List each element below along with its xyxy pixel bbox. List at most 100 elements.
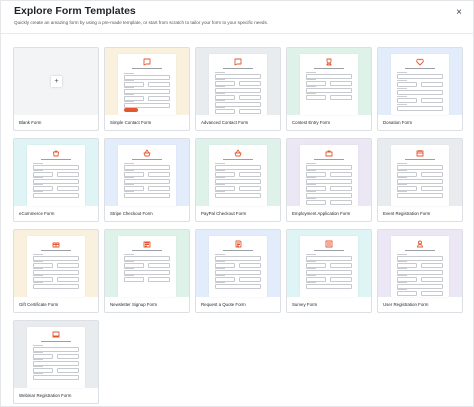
preview-field-label [33, 282, 43, 283]
preview-field-label [33, 345, 43, 346]
template-card-contest-entry-form[interactable]: Contest Entry Form [286, 47, 372, 131]
template-card-stripe-checkout-form[interactable]: Stripe Checkout Form [104, 138, 190, 222]
form-type-icon [416, 150, 424, 157]
preview-field [330, 263, 352, 268]
preview-field [330, 172, 352, 177]
preview-field-label [397, 163, 407, 164]
modal: Explore Form Templates Quickly create an… [0, 0, 474, 407]
preview-field-label [306, 79, 316, 80]
preview-field [148, 96, 170, 101]
template-card-newsletter-signup-form[interactable]: Newsletter Signup Form [104, 229, 190, 313]
template-label: Gift Certificate Form [19, 302, 59, 307]
preview-field-label [397, 184, 407, 185]
preview-field [124, 277, 144, 282]
template-label: Newsletter Signup Form [110, 302, 158, 307]
form-preview-sheet [27, 145, 85, 206]
template-card-survey-form[interactable]: Survey Form [286, 229, 372, 313]
preview-field [215, 109, 235, 114]
form-type-icon [234, 58, 242, 66]
preview-field-label [124, 268, 134, 269]
preview-field-label [397, 261, 407, 262]
preview-field [397, 193, 443, 198]
form-type-icon [235, 240, 242, 248]
preview-field-label [306, 191, 316, 192]
template-card-webinar-registration-form[interactable]: Webinar Registration Form [13, 320, 99, 404]
preview-field-label [33, 275, 43, 276]
preview-field-label [397, 282, 407, 283]
preview-field-label [33, 366, 43, 367]
preview-field-label [33, 373, 43, 374]
preview-heading [405, 68, 435, 69]
preview-field-label [124, 275, 134, 276]
preview-field-label [397, 275, 407, 276]
preview-field-label [33, 191, 43, 192]
template-card-employment-application-form[interactable]: Employment Application Form [286, 138, 372, 222]
preview-field-label [124, 163, 134, 164]
preview-field [421, 291, 443, 296]
template-label: Request a Quote Form [201, 302, 246, 307]
preview-field [33, 193, 79, 198]
template-card-simple-contact-form[interactable]: Simple Contact Form [104, 47, 190, 131]
modal-header: Explore Form Templates Quickly create an… [1, 1, 473, 34]
template-preview [196, 230, 280, 297]
template-label: eCommerce Form [19, 211, 55, 216]
preview-field-label [124, 87, 134, 88]
form-preview-sheet [300, 54, 358, 115]
form-type-icon [234, 149, 242, 157]
preview-field-label [215, 170, 225, 171]
preview-field-label [215, 254, 225, 255]
form-type-icon [325, 240, 333, 248]
preview-field [397, 98, 417, 103]
preview-field-label [215, 177, 225, 178]
preview-field-label [124, 101, 134, 102]
form-type-icon [325, 150, 333, 157]
preview-field-label [306, 254, 316, 255]
preview-heading [223, 68, 253, 69]
preview-field [124, 193, 170, 198]
preview-heading [132, 250, 162, 251]
template-card-request-a-quote-form[interactable]: Request a Quote Form [195, 229, 281, 313]
preview-field-label [397, 191, 407, 192]
preview-heading [223, 250, 253, 251]
preview-field-label [124, 254, 134, 255]
template-card-event-registration-form[interactable]: Event Registration Form [377, 138, 463, 222]
template-preview [105, 139, 189, 206]
preview-field [239, 95, 261, 100]
preview-field-label [306, 282, 316, 283]
preview-field-label [306, 170, 316, 171]
template-preview [378, 230, 462, 297]
preview-field-label [215, 268, 225, 269]
form-type-icon [416, 58, 424, 66]
template-label: Event Registration Form [383, 211, 431, 216]
preview-field-label [397, 177, 407, 178]
preview-heading [223, 159, 253, 160]
template-card-user-registration-form[interactable]: User Registration Form [377, 229, 463, 313]
template-label: Blank Form [19, 120, 42, 125]
preview-field [330, 95, 352, 100]
template-label: Webinar Registration Form [19, 393, 72, 398]
preview-field-label [397, 254, 407, 255]
template-preview [14, 321, 98, 388]
template-card-ecommerce-form[interactable]: eCommerce Form [13, 138, 99, 222]
preview-field-label [306, 184, 316, 185]
preview-field-label [306, 72, 316, 73]
template-card-donation-form[interactable]: Donation Form [377, 47, 463, 131]
preview-field [57, 172, 79, 177]
template-card-advanced-contact-form[interactable]: Advanced Contact Form [195, 47, 281, 131]
template-label: Survey Form [292, 302, 318, 307]
close-icon[interactable]: × [454, 8, 464, 18]
preview-field-label [306, 163, 316, 164]
page-subtitle: Quickly create an amazing form by using … [14, 20, 269, 25]
template-card-gift-certificate-form[interactable]: Gift Certificate Form [13, 229, 99, 313]
template-card-paypal-checkout-form[interactable]: PayPal Checkout Form [195, 138, 281, 222]
preview-field-label [215, 79, 225, 80]
preview-field-label [124, 73, 134, 74]
template-preview [287, 139, 371, 206]
preview-field [148, 186, 170, 191]
preview-field-label [33, 163, 43, 164]
preview-field-label [215, 184, 225, 185]
preview-field-label [306, 261, 316, 262]
preview-field [421, 98, 443, 103]
template-preview [196, 48, 280, 115]
template-card-blank-form[interactable]: + Blank Form [13, 47, 99, 131]
